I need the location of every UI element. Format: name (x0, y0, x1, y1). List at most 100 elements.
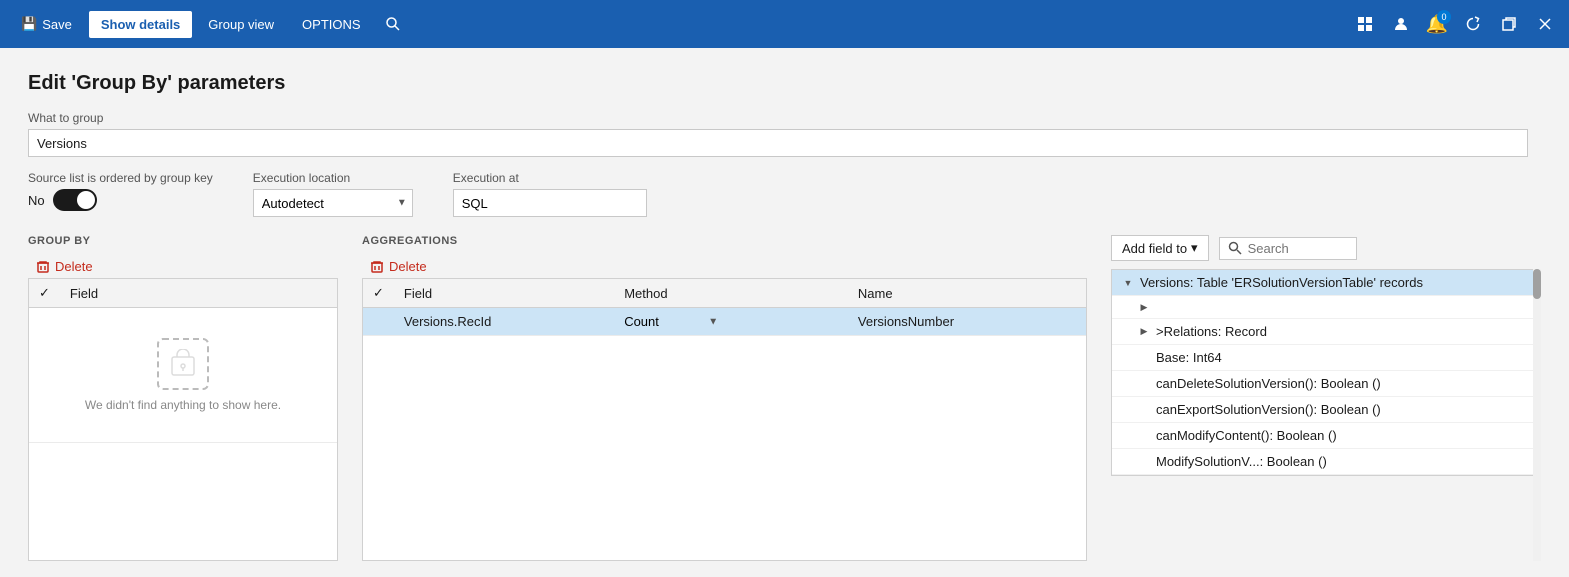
group-by-empty-text: We didn't find anything to show here. (85, 398, 281, 412)
save-button[interactable]: 💾 Save (8, 9, 85, 39)
trash-icon (36, 260, 50, 274)
aggregations-table: ✓ Field Method Name Versions.RecId Count… (363, 279, 1086, 336)
tree-leaf-spacer (1138, 456, 1150, 468)
group-by-header: GROUP BY (28, 235, 338, 247)
tree-item[interactable]: ▶ >Relations: Record (1112, 319, 1540, 345)
group-view-label: Group view (208, 17, 274, 32)
tree-item[interactable]: ▶ (1112, 296, 1540, 319)
aggregations-section: AGGREGATIONS Delete ✓ Field Method Name (362, 235, 1087, 561)
titlebar-search-button[interactable] (377, 8, 409, 40)
execution-location-group: Execution location Autodetect SQL Memory… (253, 171, 413, 217)
group-by-check-col-header: ✓ (29, 279, 60, 308)
tree-item[interactable]: Base: Int64 (1112, 345, 1540, 371)
titlebar-right: 🔔 0 (1349, 8, 1561, 40)
source-ordered-label: Source list is ordered by group key (28, 171, 213, 185)
search-field (1219, 237, 1357, 260)
add-field-label: Add field to (1122, 241, 1187, 256)
notification-icon-button[interactable]: 🔔 0 (1421, 8, 1453, 40)
tree-expand-icon[interactable]: ▶ (1138, 301, 1150, 313)
aggregations-header: AGGREGATIONS (362, 235, 1087, 247)
what-to-group-section: What to group (28, 111, 1541, 157)
tree-item-label: >Relations: Record (1156, 324, 1267, 339)
close-button[interactable] (1529, 8, 1561, 40)
save-icon: 💾 (21, 16, 37, 32)
tree-item-label: canDeleteSolutionVersion(): Boolean () (1156, 376, 1381, 391)
agg-method-col-header: Method (614, 279, 848, 308)
account-icon-button[interactable] (1385, 8, 1417, 40)
tree-item-label: Base: Int64 (1156, 350, 1222, 365)
execution-at-group: Execution at (453, 171, 647, 217)
table-row: Versions.RecId CountSumAvgMinMaxCountDis… (363, 308, 1086, 336)
toggle-row: No (28, 189, 213, 211)
group-by-section: GROUP BY Delete ✓ Field (28, 235, 338, 561)
group-by-delete-label: Delete (55, 259, 93, 274)
show-details-label: Show details (101, 17, 180, 32)
source-ordered-group: Source list is ordered by group key No (28, 171, 213, 211)
tree-leaf-spacer (1138, 430, 1150, 442)
main-content: Edit 'Group By' parameters What to group… (0, 48, 1569, 577)
agg-name-col-header: Name (848, 279, 1086, 308)
execution-location-label: Execution location (253, 171, 413, 185)
agg-row-check (363, 308, 394, 336)
search-icon (1228, 241, 1242, 255)
group-by-field-col-header: Field (60, 279, 337, 308)
title-bar: 💾 Save Show details Group view OPTIONS 🔔… (0, 0, 1569, 48)
aggregations-delete-button[interactable]: Delete (362, 255, 1087, 278)
toggle-thumb (77, 191, 95, 209)
notification-badge: 0 (1437, 10, 1451, 24)
method-select[interactable]: CountSumAvgMinMaxCountDistinct (624, 314, 718, 329)
options-row: Source list is ordered by group key No E… (28, 171, 1541, 217)
group-by-empty: We didn't find anything to show here. (29, 308, 337, 443)
tree-item[interactable]: canModifyContent(): Boolean () (1112, 423, 1540, 449)
aggregations-delete-label: Delete (389, 259, 427, 274)
restore-icon-button[interactable] (1493, 8, 1525, 40)
group-by-table-panel: ✓ Field (28, 278, 338, 561)
options-button[interactable]: OPTIONS (290, 11, 373, 38)
add-field-button[interactable]: Add field to ▾ (1111, 235, 1209, 261)
agg-row-name: VersionsNumber (848, 308, 1086, 336)
tree-expand-icon[interactable]: ▶ (1138, 326, 1150, 338)
tree-item[interactable]: ▼Versions: Table 'ERSolutionVersionTable… (1112, 270, 1540, 296)
tree-item-label: ModifySolutionV...: Boolean () (1156, 454, 1327, 469)
field-list-panel: Add field to ▾ ▼Versions: Table 'ERSolut… (1111, 235, 1541, 561)
group-by-empty-state: We didn't find anything to show here. (39, 314, 327, 436)
toggle-switch[interactable] (53, 189, 97, 211)
group-by-table: ✓ Field (29, 279, 337, 443)
tree-item[interactable]: canExportSolutionVersion(): Boolean () (1112, 397, 1540, 423)
save-label: Save (42, 17, 72, 32)
show-details-button[interactable]: Show details (89, 11, 192, 38)
agg-row-method[interactable]: CountSumAvgMinMaxCountDistinct ▼ (614, 308, 848, 336)
tree-leaf-spacer (1138, 378, 1150, 390)
agg-field-col-header: Field (394, 279, 614, 308)
toggle-no-label: No (28, 193, 45, 208)
add-field-chevron-icon: ▾ (1191, 240, 1198, 256)
field-tree: ▼Versions: Table 'ERSolutionVersionTable… (1111, 269, 1541, 476)
tree-item-label: canModifyContent(): Boolean () (1156, 428, 1337, 443)
execution-location-select-wrapper: Autodetect SQL Memory ▼ (253, 189, 413, 217)
tree-leaf-spacer (1138, 404, 1150, 416)
scrollbar-track[interactable] (1533, 269, 1541, 561)
tree-item[interactable]: canDeleteSolutionVersion(): Boolean () (1112, 371, 1540, 397)
agg-row-field: Versions.RecId (394, 308, 614, 336)
group-view-button[interactable]: Group view (196, 11, 286, 38)
agg-check-col-header: ✓ (363, 279, 394, 308)
grid-icon-button[interactable] (1349, 8, 1381, 40)
what-to-group-input[interactable] (28, 129, 1528, 157)
group-by-delete-button[interactable]: Delete (28, 255, 338, 278)
search-input[interactable] (1248, 241, 1348, 256)
tree-leaf-spacer (1138, 352, 1150, 364)
tree-item-label: canExportSolutionVersion(): Boolean () (1156, 402, 1381, 417)
tree-item[interactable]: ModifySolutionV...: Boolean () (1112, 449, 1540, 475)
scrollbar-thumb (1533, 269, 1541, 299)
page-title: Edit 'Group By' parameters (28, 72, 1541, 95)
execution-location-select[interactable]: Autodetect SQL Memory (253, 189, 413, 217)
tree-expand-icon[interactable]: ▼ (1122, 277, 1134, 289)
what-to-group-label: What to group (28, 111, 1541, 125)
field-tree-wrapper: ▼Versions: Table 'ERSolutionVersionTable… (1111, 269, 1541, 561)
refresh-icon-button[interactable] (1457, 8, 1489, 40)
aggregations-table-panel: ✓ Field Method Name Versions.RecId Count… (362, 278, 1087, 561)
panels-row: GROUP BY Delete ✓ Field (28, 235, 1541, 561)
execution-at-input[interactable] (453, 189, 647, 217)
empty-state-icon (168, 349, 198, 379)
empty-icon (157, 338, 209, 390)
